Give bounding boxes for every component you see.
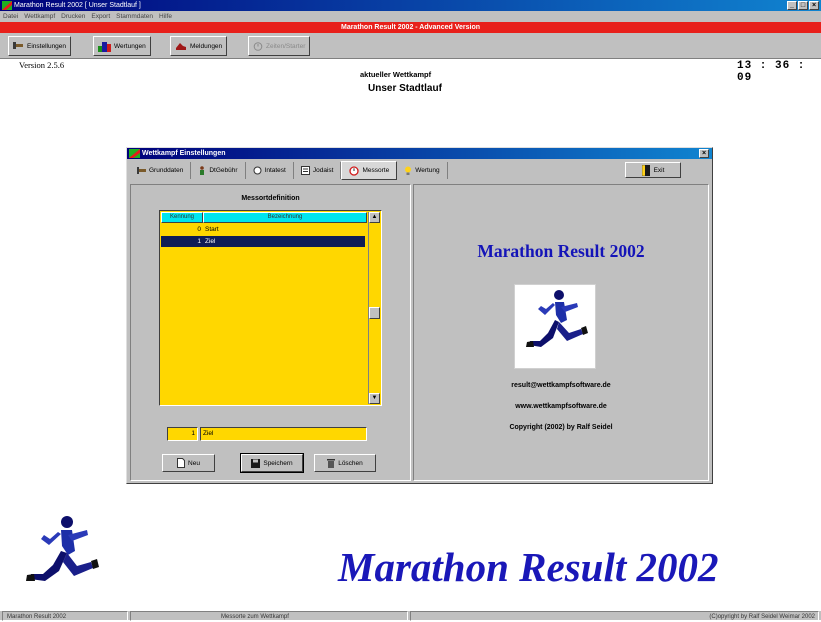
ratings-label: Wertungen [114,42,146,50]
runner-logo [514,284,596,369]
edit-row: 1 Ziel [167,427,367,441]
current-competition-name: Unser Stadtlauf [368,83,442,94]
save-label: Speichern [263,459,293,467]
app-icon [129,149,140,158]
tab-label: Messorte [362,167,390,174]
website: www.wettkampfsoftware.de [515,403,607,410]
table-row[interactable]: 0 Start [161,224,365,235]
dialog-title: Wettkampf Einstellungen [142,150,226,157]
tab-jodaist[interactable]: Jodaist [294,162,342,179]
window-controls: _ □ × [787,1,819,10]
new-label: Neu [188,459,200,467]
runner-icon [526,290,588,347]
tab-label: Jodaist [312,167,334,174]
menu-export[interactable]: Export [91,11,110,22]
menu-stammdaten[interactable]: Stammdaten [116,11,153,22]
tab-label: Intatest [264,167,286,174]
menu-drucken[interactable]: Drucken [61,11,85,22]
wrench-icon [13,42,23,49]
tab-label: DtGebühr [209,167,238,174]
app-icon [2,1,12,10]
current-competition-label: aktueller Wettkampf [360,70,432,79]
info-panel: Marathon Result 2002 result@wettkampfsof… [413,184,709,481]
scroll-thumb[interactable] [369,307,380,319]
messort-grid: Kennung Bezeichnung 0 Start 1 Ziel ▲ ▼ [159,210,382,406]
delete-button[interactable]: Löschen [314,454,376,472]
circle-icon [253,166,262,175]
dialog-titlebar: Wettkampf Einstellungen × [127,148,712,159]
menu-wettkampf[interactable]: Wettkampf [24,11,55,22]
registrations-button[interactable]: Meldungen [170,36,228,56]
column-header-bezeichnung[interactable]: Bezeichnung [203,212,367,223]
close-button[interactable]: × [809,1,819,10]
cell-bezeichnung: Start [205,226,219,233]
cell-bezeichnung: Ziel [205,238,216,245]
tab-intatest[interactable]: Intatest [246,162,294,179]
timing-label: Zeiten/Starter [266,42,306,50]
shoe-icon [176,43,186,50]
list-icon [300,166,310,175]
dialog-tabs: Grunddaten DtGebühr Intatest Jodaist Mes… [130,161,448,180]
clock: 13 : 36 : 09 [737,60,806,84]
exit-button[interactable]: Exit [625,162,681,178]
version-label: Version 2.5.6 [19,60,65,70]
trash-icon [327,459,336,468]
tab-wertung[interactable]: Wertung [397,162,448,179]
menu-datei[interactable]: Datei [3,11,18,22]
column-header-kennung[interactable]: Kennung [161,212,203,223]
runner-logo-icon [26,516,99,581]
save-button[interactable]: Speichern [240,453,304,473]
table-row-selected[interactable]: 1 Ziel [161,236,365,247]
brand-title: Marathon Result 2002 [338,544,719,590]
dialog-close-button[interactable]: × [699,149,709,158]
toolbar: Einstellungen Wertungen Meldungen Zeiten… [0,33,821,59]
tab-label: Grunddaten [149,167,184,174]
new-document-icon [177,458,186,468]
disk-icon [251,458,261,468]
tab-grunddaten[interactable]: Grunddaten [130,162,192,179]
scroll-down-arrow-icon[interactable]: ▼ [369,393,380,404]
kennung-input[interactable]: 1 [167,427,198,441]
registrations-label: Meldungen [190,42,223,50]
door-icon [641,164,650,176]
status-bar: Marathon Result 2002 Messorte zum Wettka… [0,610,821,621]
scroll-up-arrow-icon[interactable]: ▲ [369,212,380,223]
menu-bar: Datei Wettkampf Drucken Export Stammdate… [0,11,821,22]
copyright-text: Copyright (2002) by Ralf Seidel [509,424,613,431]
product-title: Marathon Result 2002 [477,241,645,261]
settings-button[interactable]: Einstellungen [8,36,72,56]
tab-label: Wertung [415,167,440,174]
menu-hilfe[interactable]: Hilfe [159,11,172,22]
tab-dtgebuehr[interactable]: DtGebühr [191,162,246,179]
podium-icon [98,42,111,52]
window-title: Marathon Result 2002 [ Unser Stadtlauf ] [14,2,141,9]
grid-scrollbar[interactable]: ▲ ▼ [368,212,380,404]
cell-kennung: 1 [197,238,201,245]
minimize-button[interactable]: _ [787,1,797,10]
ratings-button[interactable]: Wertungen [93,36,151,56]
wrench-icon [137,166,146,174]
stopwatch-icon [253,42,263,51]
new-button[interactable]: Neu [162,454,215,472]
settings-label: Einstellungen [27,42,67,50]
tab-messorte[interactable]: Messorte [341,161,398,180]
person-icon [200,166,205,175]
grid-header: Kennung Bezeichnung [161,212,367,223]
version-banner: Marathon Result 2002 - Advanced Version [0,22,821,33]
delete-label: Löschen [338,459,363,467]
email-address: result@wettkampfsoftware.de [511,382,611,389]
messort-panel: Messortdefinition Kennung Bezeichnung 0 … [130,184,411,481]
bulb-icon [405,166,412,175]
window-titlebar: Marathon Result 2002 [ Unser Stadtlauf ]… [0,0,821,11]
bezeichnung-input[interactable]: Ziel [200,427,367,441]
timing-button[interactable]: Zeiten/Starter [248,36,311,56]
exit-label: Exit [653,166,665,174]
settings-dialog: Wettkampf Einstellungen × Grunddaten DtG… [126,147,713,484]
maximize-button[interactable]: □ [798,1,808,10]
messort-title: Messortdefinition [241,195,300,202]
cell-kennung: 0 [197,226,201,233]
stopwatch-icon [349,165,360,176]
